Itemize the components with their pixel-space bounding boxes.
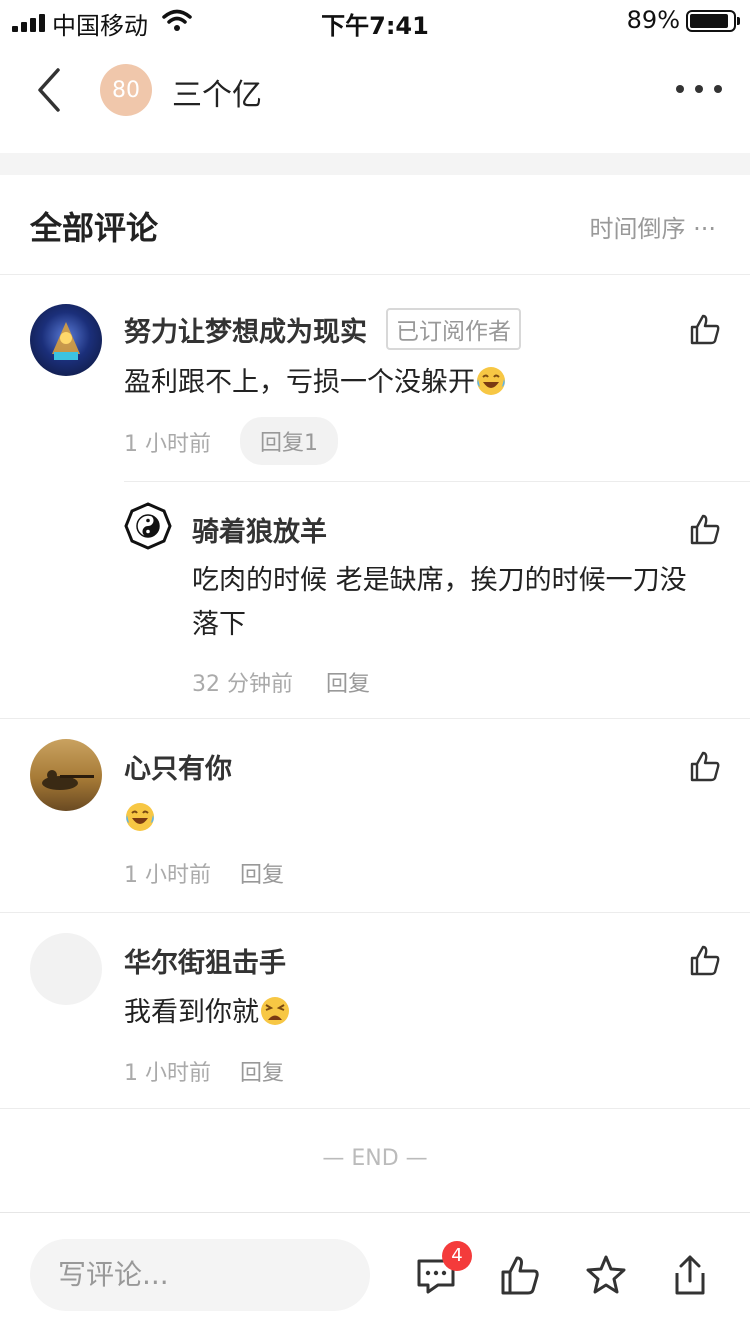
like-icon[interactable] xyxy=(688,512,722,546)
comment-username[interactable]: 心只有你 xyxy=(124,747,232,786)
comment-time: 1 小时前 xyxy=(124,432,211,457)
weary-face-emoji-icon xyxy=(261,997,289,1025)
end-marker: — END — xyxy=(322,1146,428,1171)
comment-text: 盈利跟不上，亏损一个没躲开 xyxy=(124,361,507,405)
author-name[interactable]: 三个亿 xyxy=(172,70,262,114)
user-avatar[interactable] xyxy=(30,739,102,811)
reply-time: 32 分钟前 xyxy=(192,672,293,697)
comment-username[interactable]: 华尔街狙击手 xyxy=(124,941,286,980)
bottom-action-bar: 写评论... 4 xyxy=(0,1212,750,1334)
comments-title: 全部评论 xyxy=(30,209,159,247)
reply-user-avatar[interactable] xyxy=(124,502,172,550)
comment-text: 我看到你就 xyxy=(124,991,291,1035)
status-bar: 中国移动 下午7:41 89% xyxy=(0,0,750,40)
more-options-icon[interactable] xyxy=(676,76,722,102)
reply-divider xyxy=(124,481,750,482)
nav-bar: 80 三个亿 xyxy=(0,40,750,140)
laughing-tears-emoji-icon xyxy=(477,367,505,395)
author-avatar[interactable]: 80 xyxy=(100,64,152,116)
share-icon[interactable] xyxy=(668,1253,712,1297)
laughing-tears-emoji-icon xyxy=(126,803,154,831)
reply-button[interactable]: 回复 xyxy=(240,1055,284,1087)
comment-text xyxy=(124,797,156,841)
comment-username[interactable]: 努力让梦想成为现实 xyxy=(124,310,367,349)
comment-item: 努力让梦想成为现实 已订阅作者 盈利跟不上，亏损一个没躲开 1 小时前 回复1 … xyxy=(0,276,750,719)
comment-item: 心只有你 1 小时前 回复 xyxy=(0,719,750,913)
comment-time: 1 小时前 xyxy=(124,1061,211,1086)
comment-count-badge: 4 xyxy=(442,1241,472,1271)
reply-button[interactable]: 回复 xyxy=(326,666,370,698)
reply-count-button[interactable]: 回复1 xyxy=(240,417,338,465)
battery-percent: 89% xyxy=(626,6,680,34)
like-icon[interactable] xyxy=(688,749,722,783)
like-icon[interactable] xyxy=(688,312,722,346)
battery-icon xyxy=(686,10,740,32)
reply-text: 吃肉的时候 老是缺席，挨刀的时候一刀没 落下 xyxy=(192,565,687,640)
star-icon[interactable] xyxy=(584,1253,628,1297)
subscriber-badge: 已订阅作者 xyxy=(386,308,521,350)
comment-input[interactable]: 写评论... xyxy=(30,1239,370,1311)
like-icon[interactable] xyxy=(688,943,722,977)
section-divider xyxy=(0,153,750,175)
comment-item: 华尔街狙击手 我看到你就 1 小时前 回复 xyxy=(0,913,750,1109)
like-icon[interactable] xyxy=(498,1253,542,1297)
reply-button[interactable]: 回复 xyxy=(240,857,284,889)
user-avatar[interactable] xyxy=(30,933,102,1005)
reply-username[interactable]: 骑着狼放羊 xyxy=(192,510,327,549)
comment-time: 1 小时前 xyxy=(124,863,211,888)
user-avatar[interactable] xyxy=(30,304,102,376)
comments-header: 全部评论 时间倒序 ··· xyxy=(0,175,750,275)
back-arrow-icon[interactable] xyxy=(30,66,70,114)
sort-order-button[interactable]: 时间倒序 ··· xyxy=(589,209,716,244)
